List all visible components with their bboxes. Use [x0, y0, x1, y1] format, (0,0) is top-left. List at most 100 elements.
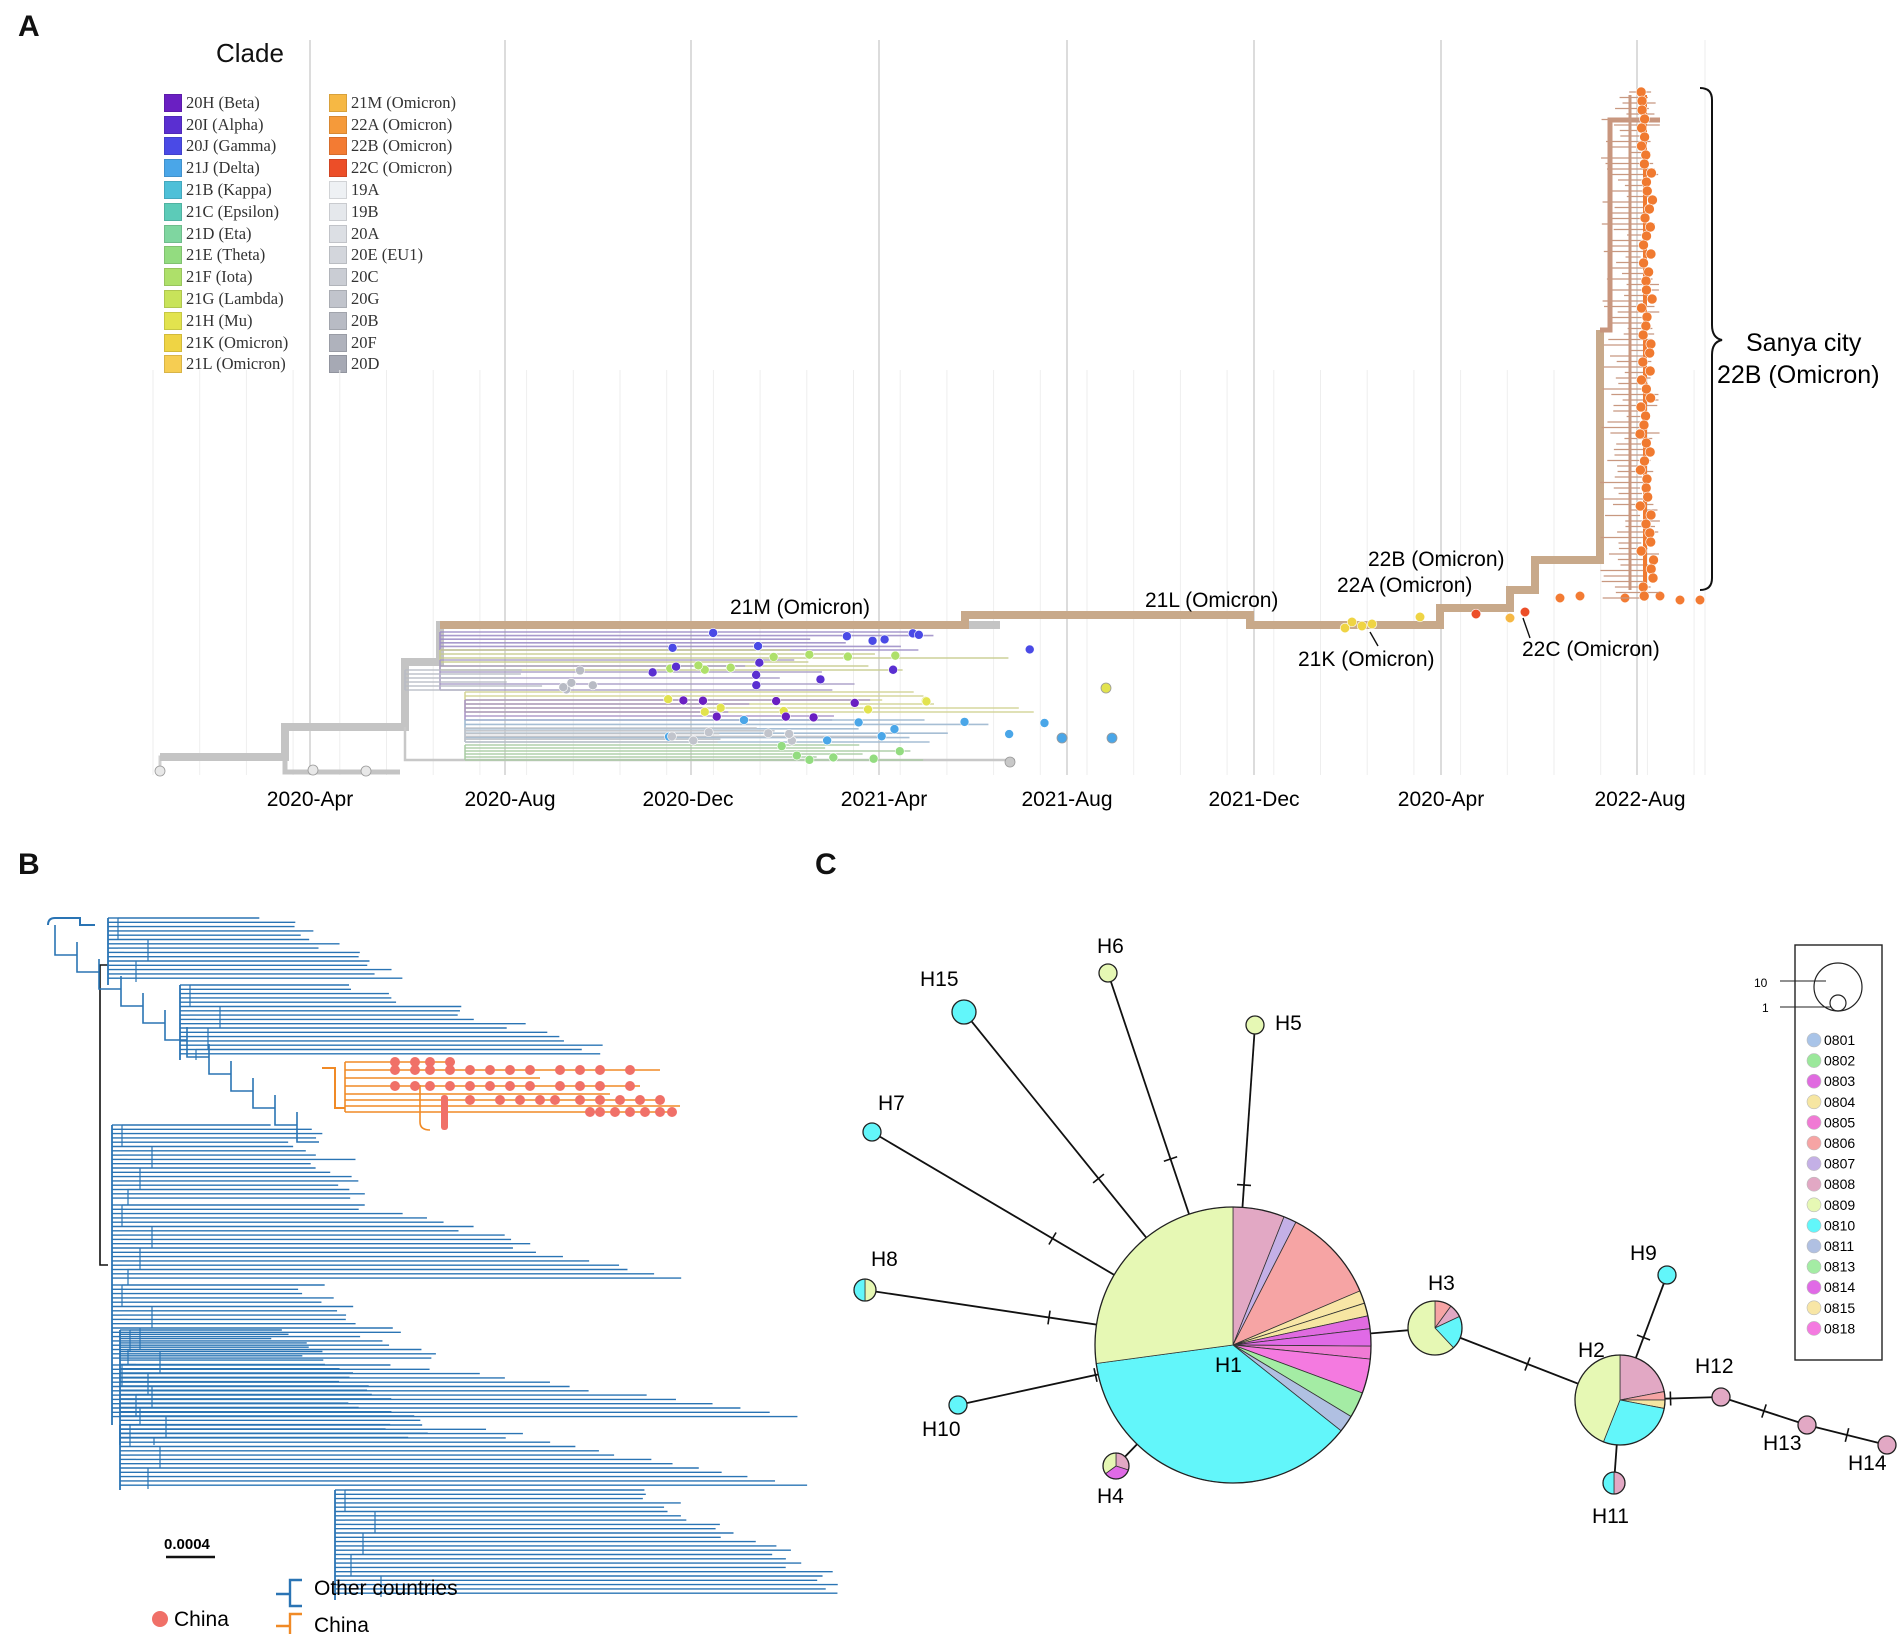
- china-branch-icon: [276, 1612, 302, 1634]
- tip-dot: [768, 652, 779, 662]
- axis-tick-label: 2020-Aug: [464, 788, 555, 811]
- china-tip-dot: [535, 1095, 545, 1105]
- figure-canvas: Sanya city 22B (Omicron) 21M (Omicron) 2…: [47, 40, 1897, 1634]
- tip-dot: [1637, 581, 1649, 593]
- china-tip-dot: [410, 1081, 420, 1091]
- china-tip-dot: [575, 1065, 585, 1075]
- tip-dot: [781, 711, 791, 722]
- tip-dot: [698, 695, 708, 706]
- axis-tick-label: 2020-Apr: [267, 788, 353, 811]
- tip-dot: [647, 667, 658, 678]
- haplotype-node-h8: [853, 1278, 877, 1302]
- tip-dot: [1674, 594, 1686, 606]
- tip-dot: [1638, 239, 1649, 251]
- tip-dot: [1641, 230, 1652, 242]
- sample-color-legend: 0801 0802 0803 0804 0805 0806 0807 0808 0809 0810…: [1806, 1032, 1855, 1336]
- haplotype-node-h2: [1574, 1354, 1666, 1446]
- tip-dot: [1640, 320, 1652, 332]
- sample-color-label: 0813: [1824, 1259, 1855, 1275]
- tip-dot: [1635, 545, 1647, 557]
- tip-dot: [808, 712, 819, 723]
- panel-c-haplotype-network: H1H2H3H4H5H6H7H8 H9H10H11H12H13H14H15 10 …: [853, 935, 1897, 1528]
- tip-dot: [1039, 718, 1050, 728]
- axis-tick-label: 2021-Apr: [841, 788, 927, 811]
- network-labels: H1 H2 H3 H4 H5 H6 H7 H8 H9 H10 H11 H12 H13 H14 H15: [871, 935, 1887, 1528]
- panel-b-phylogeny: 0.0004 China Other countries China: [47, 917, 838, 1634]
- china-tip-dot: [465, 1095, 475, 1105]
- tip-dot: [822, 735, 832, 746]
- haplotype-node-h4: [1102, 1452, 1130, 1480]
- sample-color-label: 0811: [1824, 1238, 1854, 1254]
- china-tip-dot: [525, 1065, 535, 1075]
- tip-dot: [699, 707, 710, 717]
- label-21m: 21M (Omicron): [730, 596, 870, 619]
- tip-dot: [1641, 176, 1652, 188]
- tip-dot: [715, 703, 726, 713]
- haplotype-label: H8: [871, 1248, 898, 1271]
- tip-dot: [842, 631, 852, 642]
- sample-color-label: 0807: [1824, 1156, 1855, 1172]
- sample-color-label: 0815: [1824, 1300, 1855, 1316]
- sample-color-label: 0802: [1824, 1053, 1855, 1069]
- sample-color-label: 0818: [1824, 1320, 1855, 1336]
- china-tip-stack: [441, 1095, 448, 1130]
- sample-color-label: 0805: [1824, 1114, 1855, 1130]
- haplotype-label: H6: [1097, 935, 1124, 958]
- sample-color-dot: [1806, 1073, 1822, 1089]
- label-22a: 22A (Omicron): [1337, 574, 1472, 597]
- tip-dot: [1637, 329, 1649, 341]
- tip-dot: [1636, 122, 1647, 134]
- haplotype-label: H13: [1763, 1432, 1802, 1455]
- tip-dot: [751, 670, 761, 680]
- haplotype-label: H10: [922, 1418, 961, 1441]
- tip-dot: [1574, 590, 1586, 602]
- china-subtree: [322, 1057, 680, 1131]
- haplotype-node-h5: [1245, 1015, 1265, 1035]
- axis-tick-label: 2020-Dec: [642, 788, 733, 811]
- sample-color-dot: [1806, 1218, 1822, 1233]
- sample-color-label: 0806: [1824, 1135, 1855, 1151]
- sample-color-dot: [1806, 1156, 1822, 1171]
- china-dot-icon: [152, 1611, 168, 1627]
- tip-dot: [154, 765, 166, 777]
- haplotype-label: H4: [1097, 1485, 1124, 1508]
- tip-dot: [558, 682, 569, 693]
- size-legend-small-circle: [1829, 994, 1847, 1012]
- tip-dot: [678, 695, 689, 706]
- tip-dot: [667, 643, 678, 653]
- china-tip-dot: [390, 1065, 400, 1075]
- tip-dot: [771, 696, 781, 706]
- china-tip-dot: [390, 1081, 400, 1091]
- tip-dot: [1645, 563, 1657, 575]
- tip-dot: [1637, 356, 1649, 368]
- china-tip-dot: [615, 1095, 625, 1105]
- tip-dot: [1640, 518, 1652, 530]
- china-tip-dot: [610, 1107, 620, 1117]
- tip-dot: [703, 727, 714, 738]
- tip-dot: [725, 662, 736, 673]
- tip-dot: [754, 657, 765, 668]
- tip-dot: [843, 651, 853, 662]
- china-tip-dot: [625, 1081, 635, 1091]
- tip-dot: [1645, 221, 1656, 233]
- sample-color-label: 0803: [1824, 1073, 1855, 1089]
- tip-dot: [1635, 86, 1647, 98]
- tip-dot: [575, 665, 585, 676]
- tip-dot: [914, 630, 924, 640]
- china-tip-dot: [485, 1081, 495, 1091]
- tip-dot: [1638, 257, 1649, 269]
- tip-dot: [879, 634, 890, 645]
- panel-a-timetree: Sanya city 22B (Omicron) 21M (Omicron) 2…: [152, 40, 1880, 811]
- tip-dot: [1641, 311, 1653, 323]
- tip-dot: [1636, 95, 1648, 107]
- size-legend-small-label: 1: [1762, 1001, 1769, 1015]
- tip-dot: [1644, 527, 1656, 539]
- sample-color-dot: [1806, 1053, 1822, 1068]
- china-tip-dot: [595, 1095, 605, 1105]
- tip-dot: [1639, 212, 1651, 224]
- china-tip-dot: [575, 1095, 585, 1105]
- size-legend-big-circle: [1813, 962, 1863, 1012]
- sample-color-dot: [1806, 1197, 1822, 1213]
- clade-tree-tips: [154, 590, 1706, 777]
- tip-dot: [849, 698, 860, 708]
